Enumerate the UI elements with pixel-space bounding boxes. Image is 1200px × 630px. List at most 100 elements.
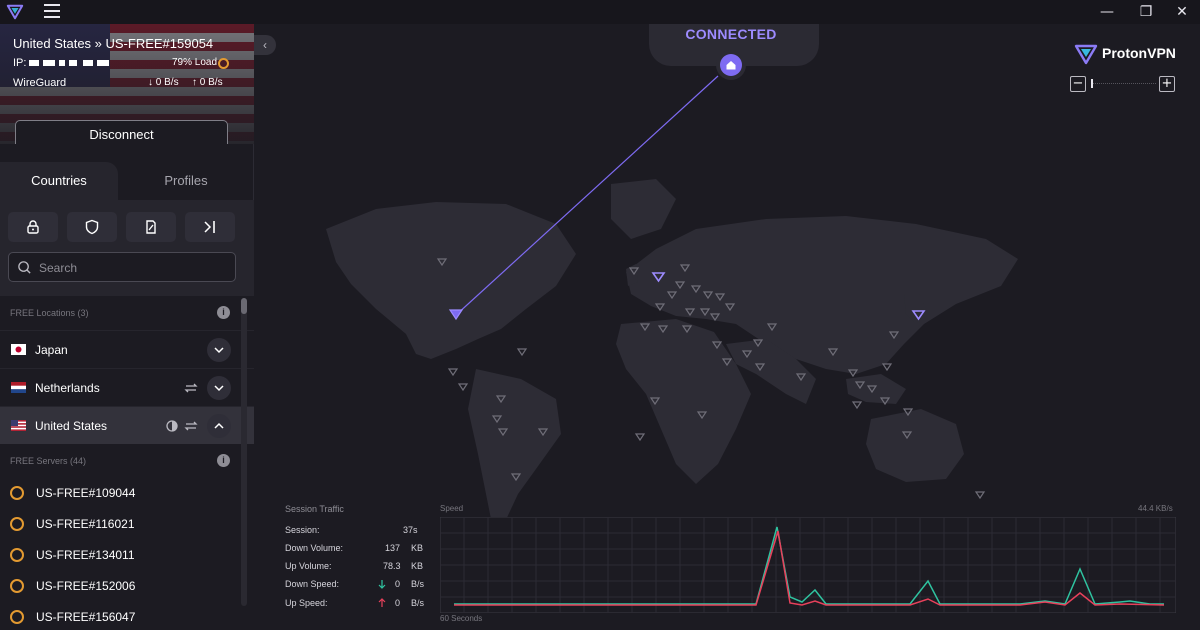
- traffic-stat-unit: KB: [411, 543, 424, 553]
- server-row[interactable]: US-FREE#134011: [0, 540, 254, 571]
- southeast-asia-landmass: [846, 374, 906, 404]
- server-row[interactable]: US-FREE#152006: [0, 571, 254, 602]
- traffic-stat-unit: KB: [411, 561, 424, 571]
- zoom-slider-thumb[interactable]: [1091, 79, 1093, 88]
- title-bar: — ❐ ✕: [0, 0, 1200, 24]
- north-america-landmass: [326, 202, 576, 359]
- japan-flag-icon: [11, 344, 26, 355]
- connection-card: United States » US-FREE#159054 IP: 79% L…: [0, 24, 254, 144]
- server-name: US-FREE#134011: [36, 548, 135, 562]
- p2p-arrows-icon: [184, 383, 198, 393]
- tor-icon: [166, 420, 178, 432]
- load-ring-icon: [218, 58, 229, 69]
- secure-core-filter-button[interactable]: [8, 212, 58, 242]
- zoom-in-button[interactable]: +: [1159, 76, 1175, 92]
- minimize-button[interactable]: —: [1097, 2, 1117, 22]
- connection-title: United States » US-FREE#159054: [13, 36, 214, 51]
- search-icon: [18, 261, 31, 274]
- netherlands-flag-icon: [11, 382, 26, 393]
- sidebar: United States » US-FREE#159054 IP: 79% L…: [0, 24, 254, 630]
- server-row[interactable]: US-FREE#116021: [0, 509, 254, 540]
- protonvpn-logo-icon: [6, 4, 24, 20]
- protonvpn-app: — ❐ ✕ United States » US-FREE#159054 IP:…: [0, 0, 1200, 630]
- tab-countries[interactable]: Countries: [0, 162, 118, 200]
- server-marker: [457, 383, 469, 392]
- load-ring-icon: [10, 517, 24, 531]
- scrollbar-thumb[interactable]: [241, 298, 247, 314]
- free-servers-label: FREE Servers (44): [10, 456, 87, 466]
- server-name: US-FREE#109044: [36, 486, 136, 500]
- ip-redacted: [29, 60, 111, 68]
- protonvpn-brand-icon: [1074, 44, 1098, 65]
- country-row-united-states[interactable]: United States: [0, 406, 254, 444]
- zoom-slider[interactable]: [1092, 83, 1156, 85]
- server-marker: [634, 433, 646, 442]
- uk-landmass: [626, 264, 638, 286]
- us-flag-icon: [11, 420, 26, 431]
- brand-name: ProtonVPN: [1102, 45, 1176, 61]
- ip-label: IP:: [13, 57, 27, 69]
- info-icon[interactable]: i: [217, 306, 230, 319]
- collapse-button[interactable]: [207, 414, 231, 438]
- tab-profiles[interactable]: Profiles: [118, 162, 254, 200]
- free-locations-header: FREE Locations (3) i: [0, 296, 254, 330]
- info-icon[interactable]: i: [217, 454, 230, 467]
- server-marker: [974, 491, 986, 500]
- quick-filters: [0, 200, 254, 296]
- server-marker: [516, 348, 528, 357]
- country-row-japan[interactable]: Japan: [0, 330, 254, 368]
- close-button[interactable]: ✕: [1172, 2, 1192, 22]
- traffic-stat-value: 37s: [403, 525, 418, 535]
- traffic-stat-unit: B/s: [411, 598, 425, 608]
- server-marker: [447, 368, 459, 377]
- free-servers-header: FREE Servers (44) i: [0, 444, 254, 478]
- country-name: United States: [35, 419, 108, 433]
- lock-icon: [27, 220, 39, 234]
- expand-button[interactable]: [207, 376, 231, 400]
- load-ring-icon: [10, 610, 24, 624]
- chevron-down-icon: [214, 385, 224, 392]
- traffic-stat-value: 137: [385, 543, 401, 553]
- traffic-stat-label: Up Volume:: [285, 561, 332, 571]
- load-ring-icon: [10, 579, 24, 593]
- server-row[interactable]: US-FREE#109044: [0, 478, 254, 509]
- country-name: Netherlands: [35, 381, 100, 395]
- traffic-stat-label: Up Speed:: [285, 598, 328, 608]
- netshield-filter-button[interactable]: [67, 212, 117, 242]
- load-ring-icon: [10, 486, 24, 500]
- locations-list: FREE Locations (3) i Japan Netherlands U…: [0, 296, 254, 630]
- kill-switch-filter-button[interactable]: [126, 212, 176, 242]
- speed-graph: [440, 517, 1176, 613]
- server-marker: [881, 363, 893, 372]
- zoom-out-button[interactable]: −: [1070, 76, 1086, 92]
- speed-max-label: 44.4 KB/s: [1138, 504, 1173, 513]
- hamburger-menu-icon[interactable]: [44, 4, 60, 18]
- server-name: US-FREE#116021: [36, 517, 135, 531]
- list-scrollbar[interactable]: [241, 302, 247, 606]
- greenland-landmass: [611, 179, 676, 239]
- p2p-arrows-icon: [184, 421, 198, 431]
- country-row-netherlands[interactable]: Netherlands: [0, 368, 254, 406]
- chevron-up-icon: [214, 422, 224, 429]
- search-input[interactable]: [39, 259, 219, 277]
- traffic-stat-value: 0: [395, 598, 401, 608]
- port-forwarding-filter-button[interactable]: [185, 212, 235, 242]
- disconnect-button[interactable]: Disconnect: [15, 120, 228, 144]
- traffic-stat-label: Down Speed:: [285, 579, 340, 589]
- maximize-button[interactable]: ❐: [1136, 2, 1156, 22]
- upload-speed: ↑ 0 B/s: [192, 77, 223, 88]
- arrow-down-icon: [378, 580, 386, 589]
- server-row[interactable]: US-FREE#156047: [0, 602, 254, 630]
- arrow-to-bar-icon: [204, 221, 215, 233]
- protocol-label: WireGuard: [13, 77, 67, 89]
- server-load: 79% Load: [172, 57, 218, 68]
- shield-icon: [85, 219, 99, 235]
- load-ring-icon: [10, 548, 24, 562]
- search-box: [8, 252, 236, 282]
- expand-button[interactable]: [207, 338, 231, 362]
- download-speed: ↓ 0 B/s: [148, 77, 179, 88]
- traffic-stat-label: Session:: [285, 525, 320, 535]
- sidebar-tabs: Countries Profiles: [0, 162, 254, 200]
- document-edit-icon: [146, 220, 156, 234]
- home-location-pin[interactable]: [716, 50, 746, 80]
